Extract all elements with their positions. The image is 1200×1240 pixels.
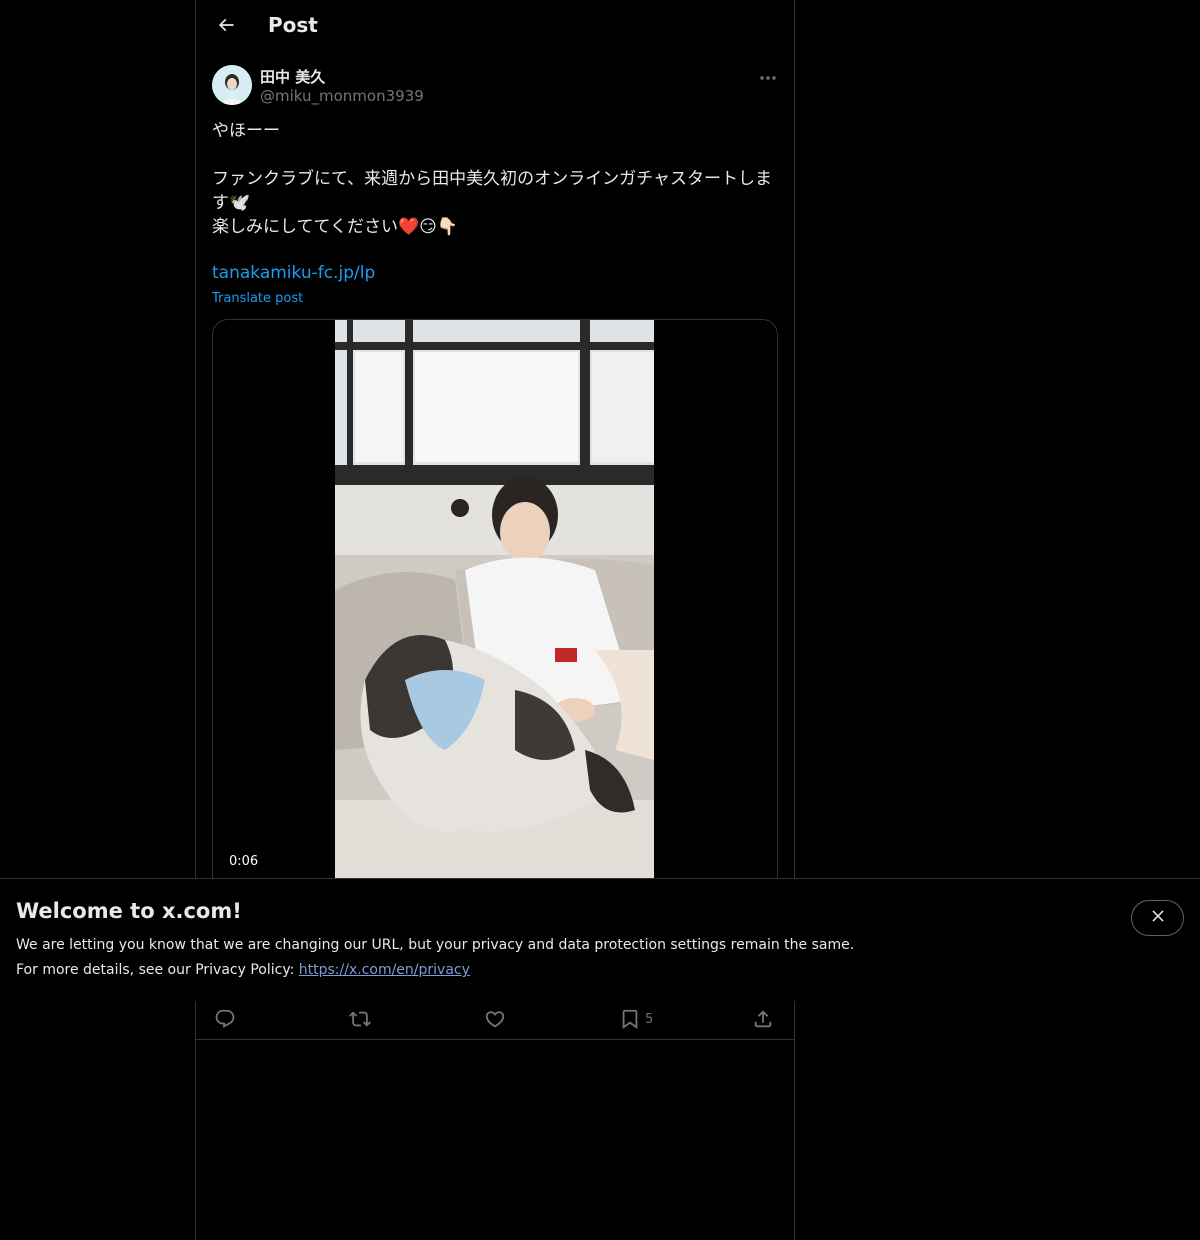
banner-privacy-note: For more details, see our Privacy Policy… [16,962,470,978]
retweet-button[interactable] [349,1004,371,1034]
banner-privacy-prefix: For more details, see our Privacy Policy… [16,962,299,978]
tweet-link[interactable]: tanakamiku-fc.jp/lp [212,263,375,283]
bookmark-button[interactable]: 5 [619,1004,653,1034]
welcome-banner: Welcome to x.com! We are letting you kno… [0,878,1200,1001]
share-button[interactable] [752,1004,774,1034]
reply-icon [214,1008,236,1030]
bookmark-icon [619,1008,641,1030]
more-icon [759,66,777,85]
translate-post-link[interactable]: Translate post [212,291,303,306]
back-button[interactable] [208,9,244,45]
page-title: Post [268,13,318,37]
tweet-actions: 5 [196,1000,794,1040]
privacy-policy-link[interactable]: https://x.com/en/privacy [299,962,470,978]
display-name[interactable]: 田中 美久 [260,66,325,87]
video-duration: 0:06 [225,853,263,870]
more-options-button[interactable] [752,62,784,88]
video-player[interactable]: 0:06 [212,319,778,891]
tweet-text: やほーー ファンクラブにて、来週から田中美久初のオンラインガチャスタートしま す… [212,121,772,237]
share-icon [752,1008,774,1030]
user-handle[interactable]: @miku_monmon3939 [260,87,424,105]
close-banner-button[interactable] [1131,900,1184,936]
retweet-icon [349,1008,371,1030]
like-button[interactable] [484,1004,506,1034]
bookmark-count: 5 [645,1011,654,1027]
post-header: Post [196,0,794,54]
video-thumbnail [335,320,654,890]
heart-icon [484,1008,506,1030]
avatar[interactable] [212,65,252,105]
banner-title: Welcome to x.com! [16,899,242,923]
reply-button[interactable] [214,1004,236,1034]
banner-message: We are letting you know that we are chan… [16,937,855,953]
close-icon [1149,907,1167,929]
post-column: Post 田中 美久 @miku_monmon3939 やほーー ファンクラブに… [195,0,795,1240]
arrow-left-icon [216,15,236,39]
